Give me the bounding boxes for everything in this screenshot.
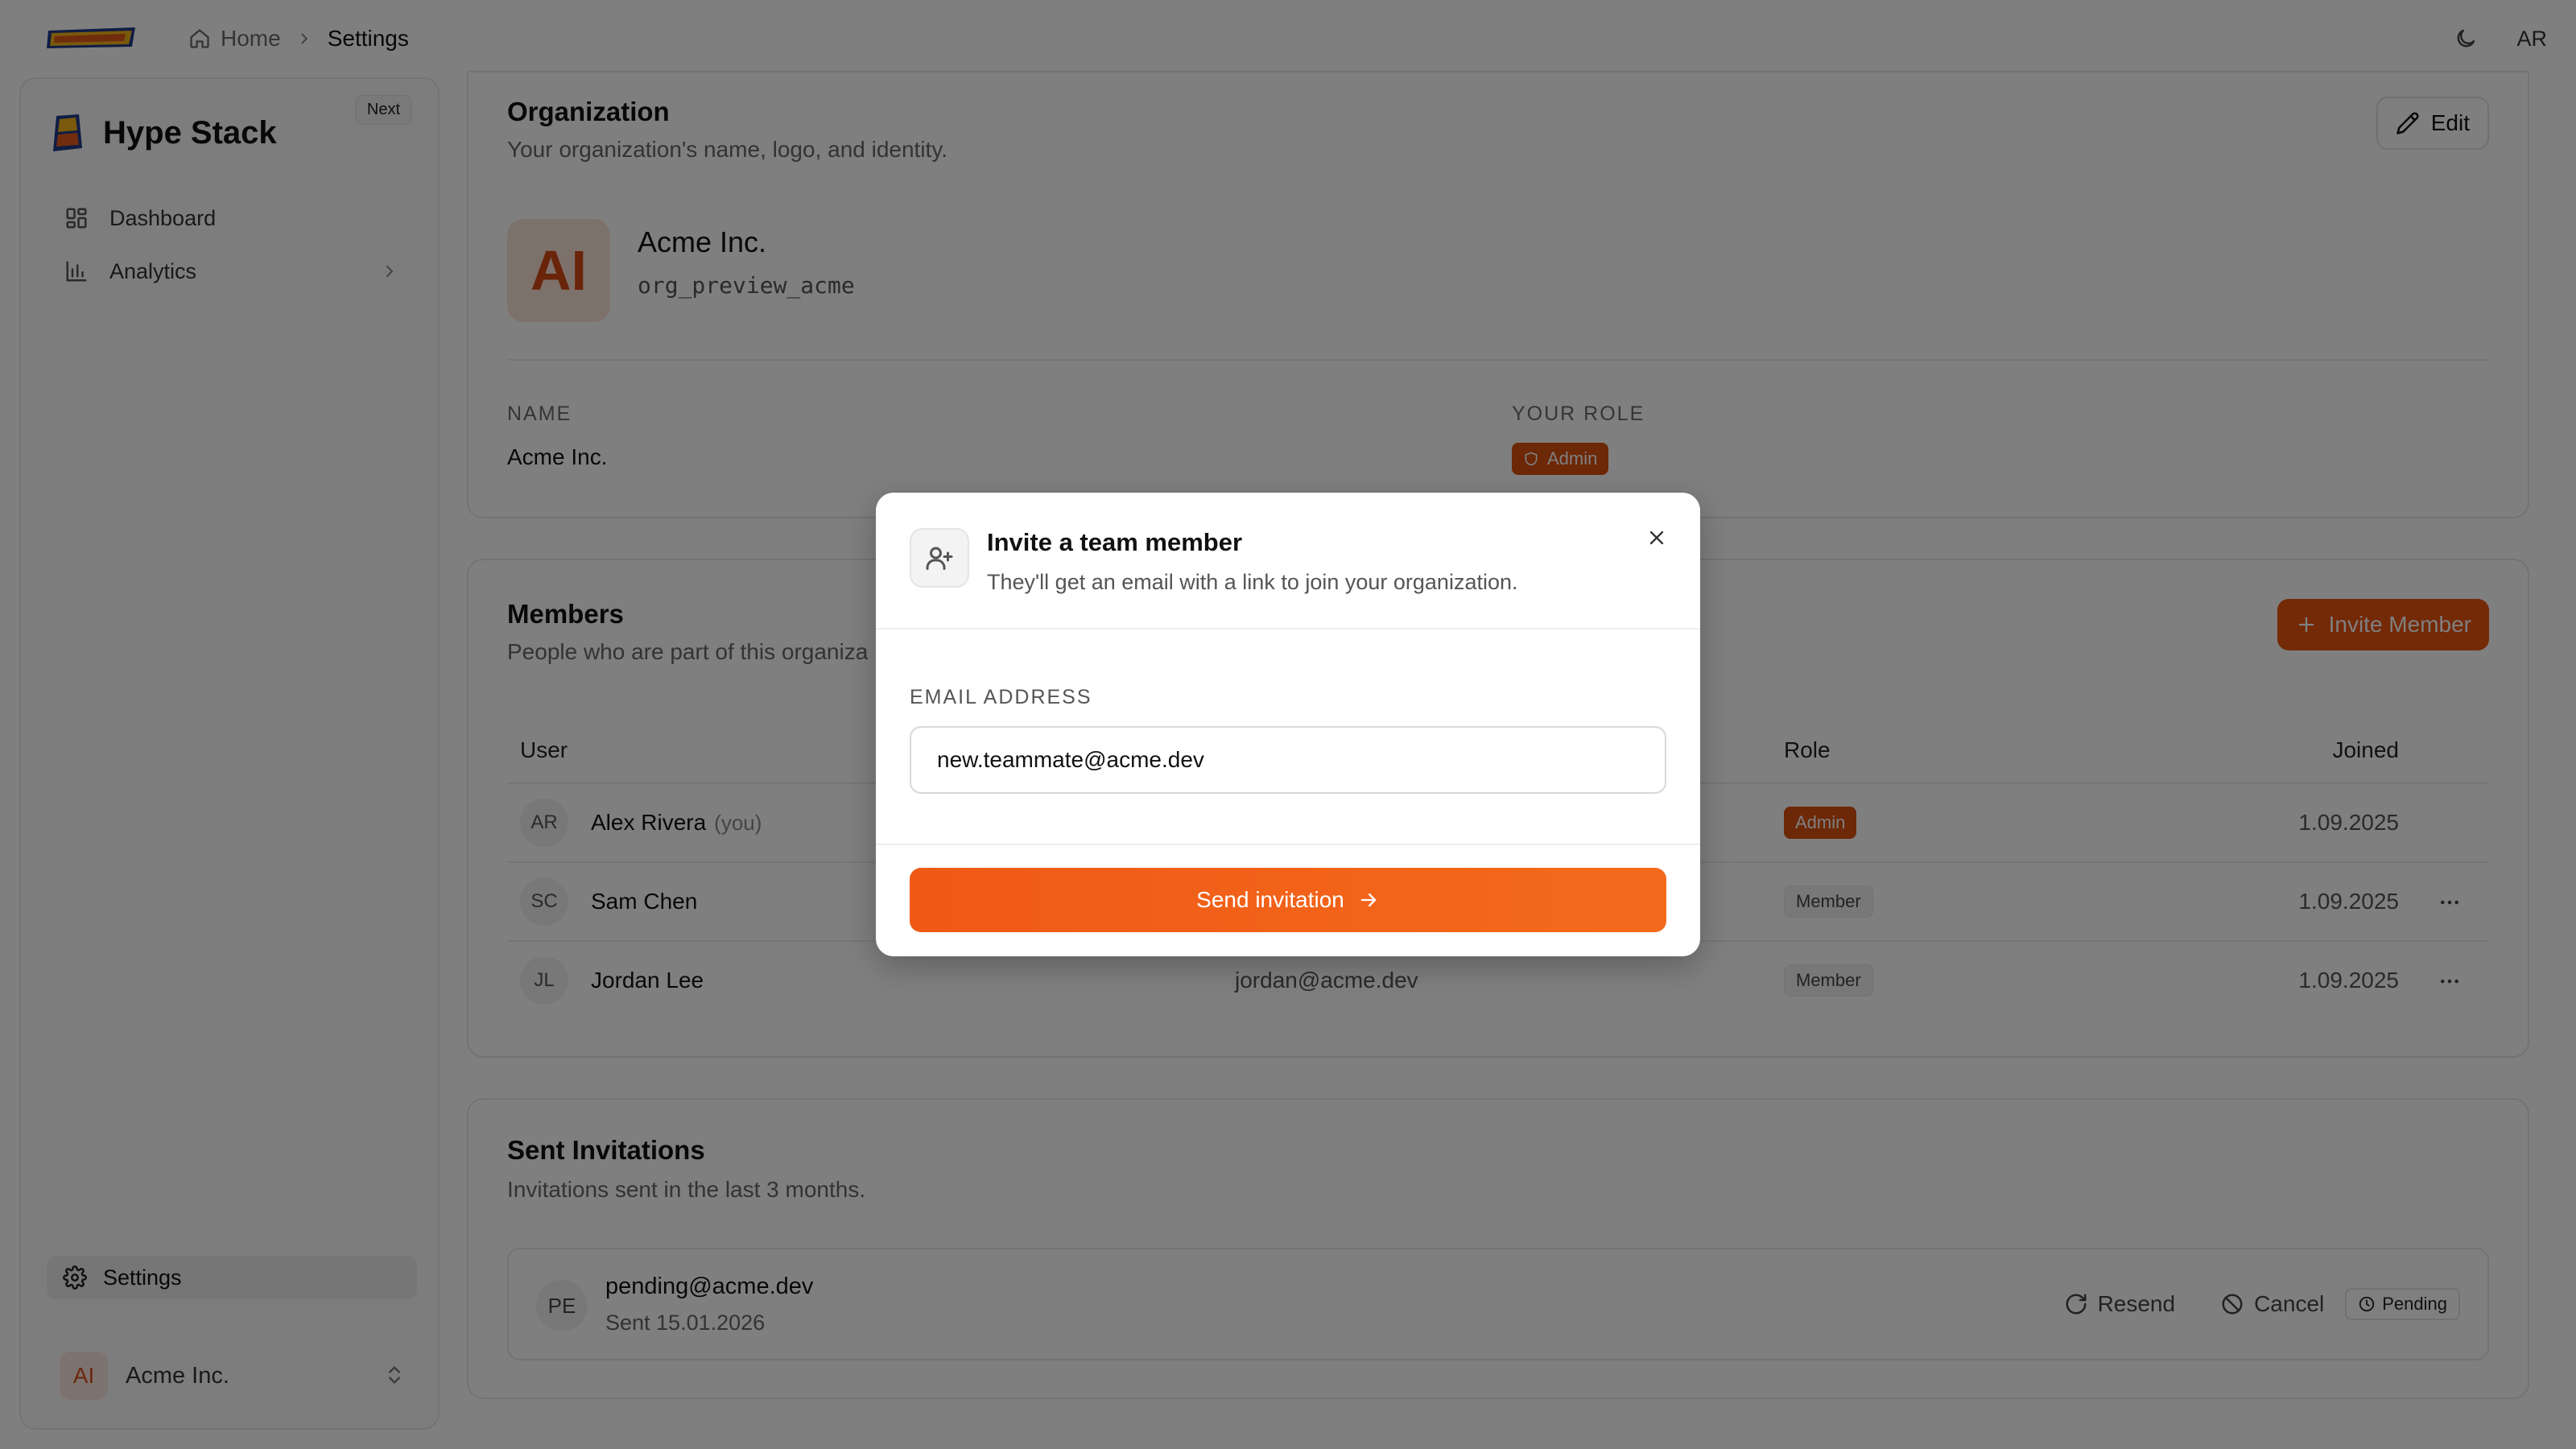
send-invitation-label: Send invitation (1196, 887, 1344, 912)
send-invitation-button[interactable]: Send invitation (910, 868, 1666, 932)
divider (876, 844, 1700, 845)
divider (876, 628, 1700, 630)
arrow-right-icon (1357, 889, 1380, 911)
user-plus-icon (910, 528, 969, 588)
invite-member-dialog: Invite a team member They'll get an emai… (876, 493, 1700, 956)
email-address-input[interactable] (910, 726, 1666, 794)
email-address-label: EMAIL ADDRESS (910, 686, 1092, 708)
dialog-description: They'll get an email with a link to join… (987, 570, 1518, 594)
dialog-title: Invite a team member (987, 528, 1243, 556)
close-icon[interactable] (1641, 522, 1673, 554)
